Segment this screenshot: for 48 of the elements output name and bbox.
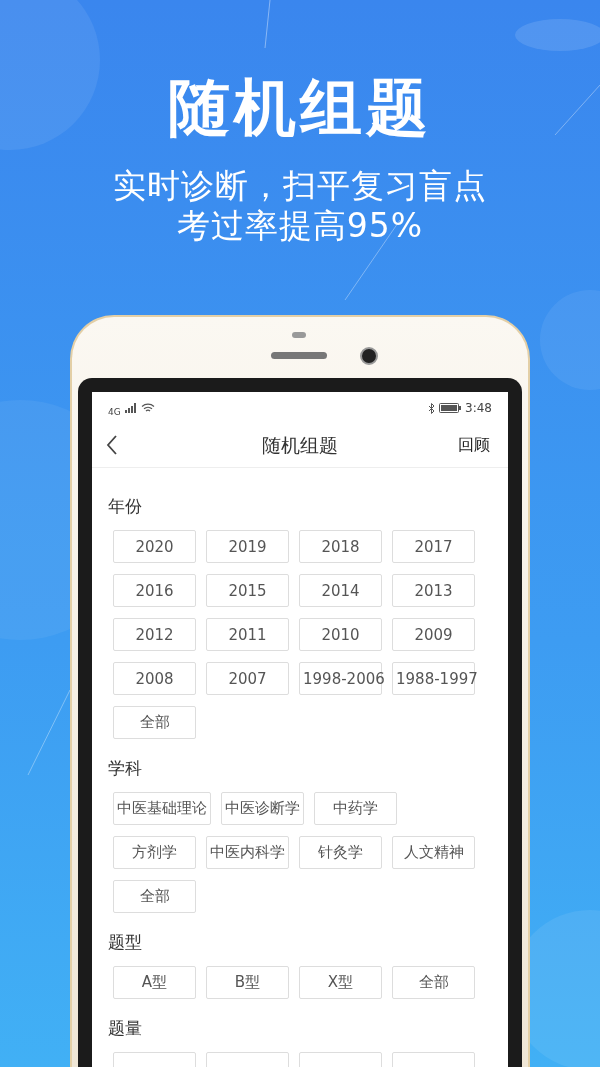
option-button[interactable]: 中药学: [314, 792, 397, 825]
wifi-icon: [140, 403, 155, 413]
signal-icon: [124, 403, 137, 413]
option-button[interactable]: 全部: [113, 880, 196, 913]
hero-subtitle: 实时诊断，扫平复习盲点: [113, 166, 487, 206]
hero-title: 随机组题: [168, 70, 432, 146]
option-button[interactable]: 1998-2006: [299, 662, 382, 695]
section-label: 年份: [108, 495, 143, 518]
option-button[interactable]: 人文精神: [392, 836, 475, 869]
option-button[interactable]: 针灸学: [299, 836, 382, 869]
option-button[interactable]: 全部: [392, 966, 475, 999]
option-button[interactable]: 2012: [113, 618, 196, 651]
back-icon[interactable]: [106, 435, 118, 455]
option-button[interactable]: B型: [206, 966, 289, 999]
option-button[interactable]: 中医基础理论: [113, 792, 211, 825]
option-button[interactable]: 2011: [206, 618, 289, 651]
option-button[interactable]: 2016: [113, 574, 196, 607]
option-button[interactable]: A型: [113, 966, 196, 999]
section-label: 题型: [108, 931, 143, 954]
option-button[interactable]: 中医诊断学: [221, 792, 304, 825]
option-button[interactable]: 2007: [206, 662, 289, 695]
option-button[interactable]: 2013: [392, 574, 475, 607]
option-button[interactable]: 全部: [113, 706, 196, 739]
status-time: 3:48: [465, 401, 492, 415]
option-button[interactable]: 2020: [113, 530, 196, 563]
review-link[interactable]: 回顾: [458, 435, 490, 456]
header-title: 随机组题: [262, 432, 338, 458]
option-button[interactable]: 2018: [299, 530, 382, 563]
option-button[interactable]: 2015: [206, 574, 289, 607]
sensor-icon: [292, 332, 306, 338]
option-button[interactable]: 2017: [392, 530, 475, 563]
bluetooth-icon: [428, 402, 436, 414]
option-button[interactable]: 中医内科学: [206, 836, 289, 869]
section-label: 题量: [108, 1017, 143, 1040]
battery-icon: [439, 403, 462, 413]
option-button[interactable]: 2009: [392, 618, 475, 651]
hero-subtitle: 考过率提高95%: [176, 206, 424, 246]
option-button[interactable]: X型: [299, 966, 382, 999]
network-label: 4G: [108, 407, 121, 417]
option-button[interactable]: 2014: [299, 574, 382, 607]
option-button[interactable]: 方剂学: [113, 836, 196, 869]
option-button[interactable]: 1988-1997: [392, 662, 475, 695]
speaker-icon: [271, 352, 327, 359]
option-button[interactable]: 2010: [299, 618, 382, 651]
section-label: 学科: [108, 757, 143, 780]
camera-icon: [360, 347, 378, 365]
option-button[interactable]: 2008: [113, 662, 196, 695]
option-button[interactable]: 2019: [206, 530, 289, 563]
